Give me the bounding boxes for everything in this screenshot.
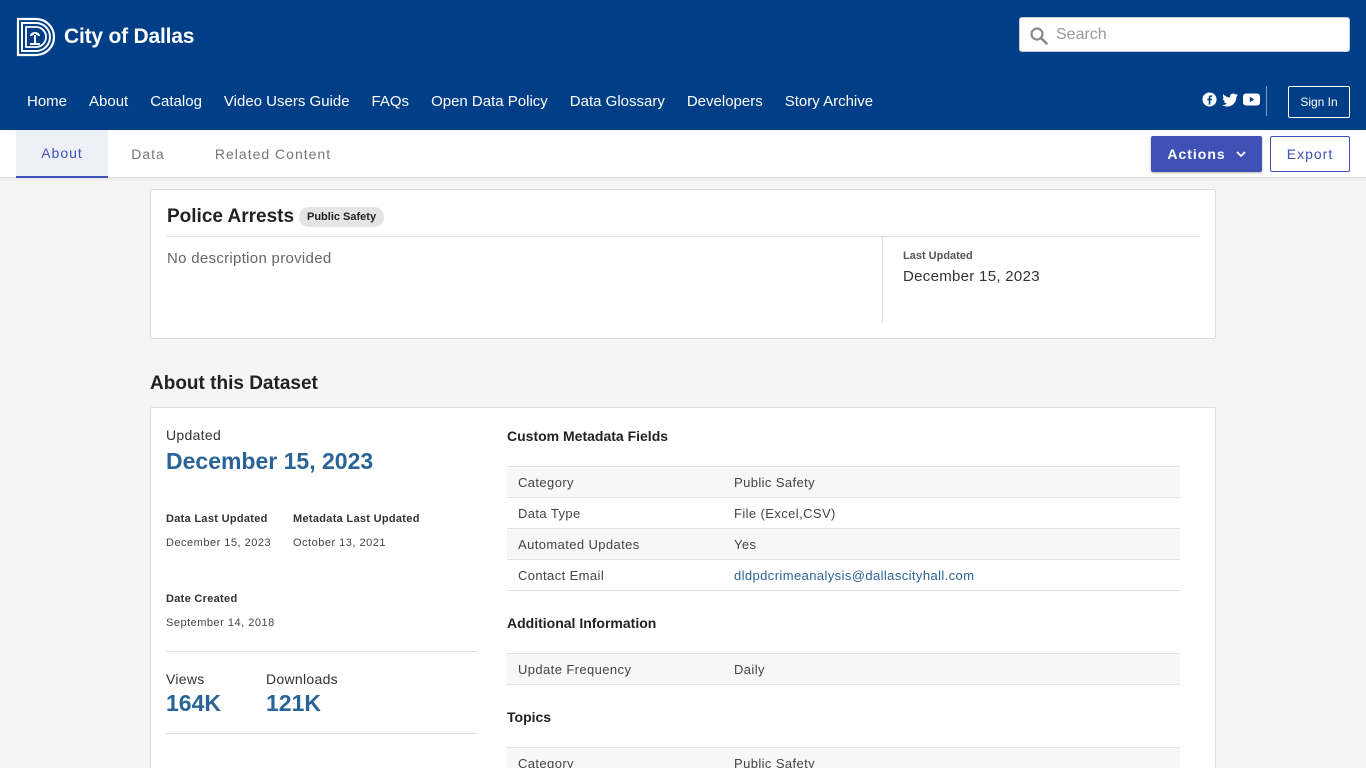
metadata-value: Public Safety [734,747,1180,768]
dataset-description: No description provided [167,250,332,267]
views-label: Views [166,671,205,687]
divider [882,237,883,323]
table-row: Data Type File (Excel,CSV) [507,497,1180,529]
youtube-icon[interactable] [1243,93,1260,111]
metadata-key: Contact Email [507,559,734,591]
contact-email-link[interactable]: dldpdcrimeanalysis@dallascityhall.com [734,568,974,583]
topics-heading: Topics [507,709,552,725]
last-updated-label: Last Updated [903,250,973,262]
nav-developers[interactable]: Developers [676,93,774,110]
metadata-last-updated-label: Metadata Last Updated [293,513,420,525]
last-updated-value: December 15, 2023 [903,268,1040,285]
metadata-value: File (Excel,CSV) [734,497,1180,529]
metadata-value: Daily [734,653,1180,685]
main-nav: Home About Catalog Video Users Guide FAQ… [16,86,884,116]
actions-label: Actions [1167,146,1226,162]
nav-catalog[interactable]: Catalog [139,93,213,110]
nav-home[interactable]: Home [16,93,78,110]
views-value: 164K [166,690,221,716]
tab-about[interactable]: About [16,130,108,178]
search-input[interactable] [1056,18,1346,51]
category-badge[interactable]: Public Safety [299,207,385,227]
city-of-dallas-logo-icon [16,17,56,57]
city-logo[interactable]: City of Dallas [16,16,194,58]
table-row: Contact Email dldpdcrimeanalysis@dallasc… [507,559,1180,591]
downloads-value: 121K [266,690,321,716]
site-header: City of Dallas Home About Catalog Video … [0,0,1366,130]
custom-metadata-table: Category Public Safety Data Type File (E… [507,466,1180,591]
dataset-summary-card: Police Arrests Public Safety No descript… [150,189,1216,339]
metadata-key: Update Frequency [507,653,734,685]
dataset-title: Police Arrests [167,206,295,227]
date-created-label: Date Created [166,593,238,605]
divider [166,733,477,734]
updated-value: December 15, 2023 [166,448,374,474]
table-row: Category Public Safety [507,466,1180,498]
nav-data-glossary[interactable]: Data Glossary [559,93,676,110]
custom-metadata-heading: Custom Metadata Fields [507,428,669,444]
divider [167,236,1200,237]
facebook-icon[interactable] [1202,92,1217,112]
updated-label: Updated [166,427,222,443]
export-button[interactable]: Export [1270,136,1350,172]
additional-information-table: Update Frequency Daily [507,653,1180,685]
twitter-icon[interactable] [1222,93,1238,112]
site-name: City of Dallas [64,25,195,48]
about-dataset-card: Updated December 15, 2023 Data Last Upda… [150,407,1216,768]
sign-in-button[interactable]: Sign In [1288,86,1350,118]
table-row: Category Public Safety [507,747,1180,768]
social-links [1202,92,1260,112]
metadata-key: Category [507,466,734,498]
additional-information-heading: Additional Information [507,615,657,631]
date-created-value: September 14, 2018 [166,617,275,629]
metadata-key: Data Type [507,497,734,529]
downloads-label: Downloads [266,671,338,687]
nav-video-users-guide[interactable]: Video Users Guide [213,93,361,110]
about-dataset-heading: About this Dataset [150,373,318,394]
nav-about[interactable]: About [78,93,139,110]
topics-table: Category Public Safety [507,747,1180,768]
nav-faqs[interactable]: FAQs [361,93,421,110]
nav-story-archive[interactable]: Story Archive [774,93,884,110]
data-last-updated-label: Data Last Updated [166,513,268,525]
table-row: Automated Updates Yes [507,528,1180,560]
metadata-key: Automated Updates [507,528,734,560]
chevron-down-icon [1236,150,1246,157]
metadata-value: Yes [734,528,1180,560]
metadata-value: Public Safety [734,466,1180,498]
nav-open-data-policy[interactable]: Open Data Policy [420,93,559,110]
metadata-key: Category [507,747,734,768]
search-box[interactable] [1019,17,1350,52]
table-row: Update Frequency Daily [507,653,1180,685]
data-last-updated-value: December 15, 2023 [166,537,272,549]
nav-divider [1266,86,1267,116]
divider [166,651,477,652]
actions-button[interactable]: Actions [1151,136,1262,172]
search-icon[interactable] [1029,26,1049,46]
tab-data[interactable]: Data [116,130,180,178]
metadata-last-updated-value: October 13, 2021 [293,537,387,549]
tab-related-content[interactable]: Related Content [198,130,348,178]
